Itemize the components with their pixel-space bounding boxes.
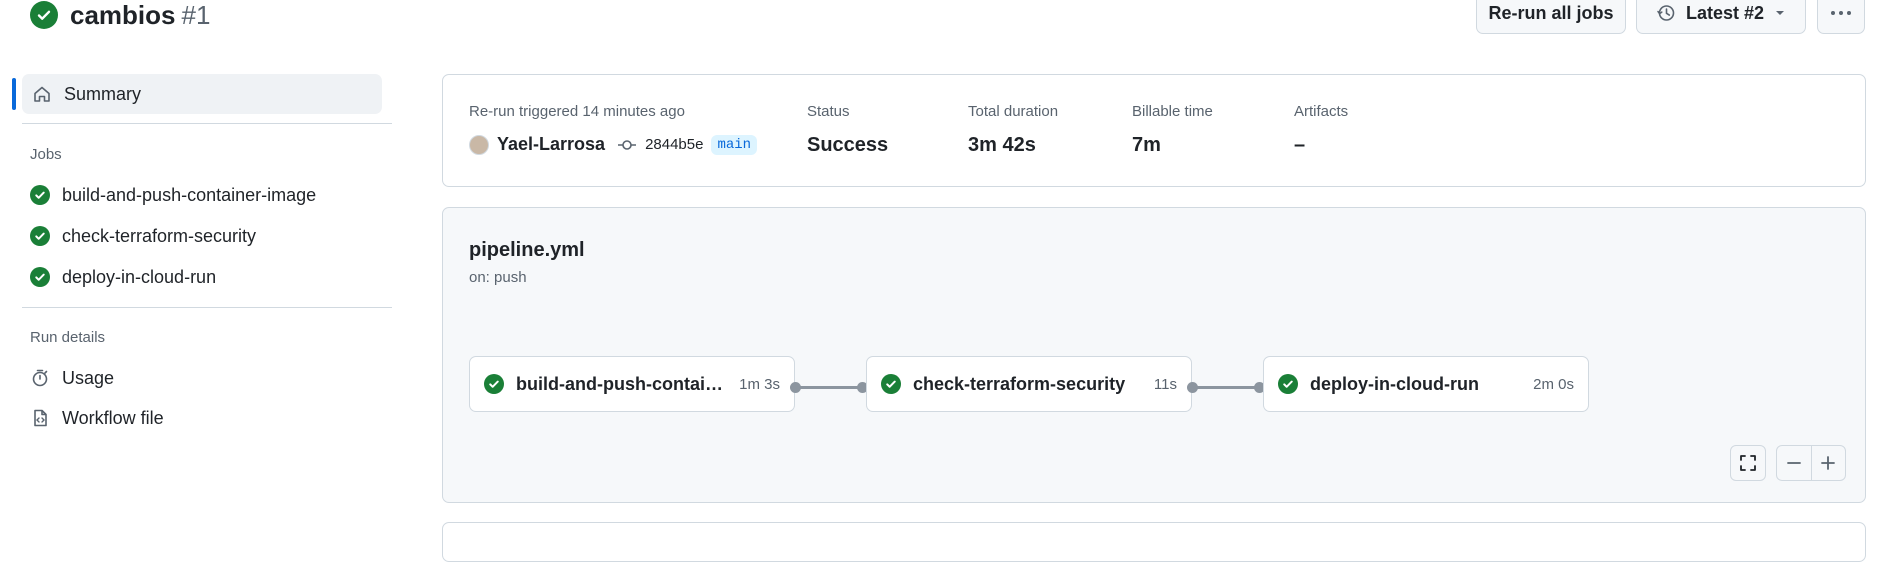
duration-value: 3m 42s [968,134,1036,156]
fullscreen-button[interactable] [1730,445,1766,481]
commit-link[interactable]: 2844b5e [645,136,703,153]
trigger-label: Re-run triggered 14 minutes ago [469,103,685,120]
job-name: check-terraform-security [913,373,1126,394]
run-summary-box: Re-run triggered 14 minutes ago Yael-Lar… [442,74,1866,187]
sidebar-item-summary[interactable]: Summary [22,74,382,114]
more-options-button[interactable] [1817,0,1865,34]
job-connector-line [1196,386,1256,389]
job-duration: 2m 0s [1533,375,1574,393]
workflow-trigger: on: push [469,269,527,286]
sidebar-job-label: check-terraform-security [62,225,257,246]
caret-down-icon [1774,7,1786,19]
minus-icon [1786,455,1802,471]
success-check-icon [881,374,901,394]
trigger-details: Yael-Larrosa 2844b5e main [469,134,758,155]
billable-label: Billable time [1132,103,1213,120]
success-check-icon [30,226,50,246]
user-link[interactable]: Yael-Larrosa [497,134,605,155]
run-number: #1 [181,0,211,30]
kebab-horizontal-icon [1830,9,1852,17]
run-details-heading: Run details [30,329,106,346]
active-item-indicator [12,78,16,110]
commit-icon [617,138,637,152]
sidebar-usage-label: Usage [62,367,115,388]
sidebar-job-terraform[interactable]: check-terraform-security [30,221,256,251]
run-title: cambios #1 [30,0,210,30]
sidebar-item-workflow-file[interactable]: Workflow file [30,403,164,433]
workflow-name: cambios [70,0,176,30]
job-duration: 11s [1153,375,1177,393]
latest-attempt-dropdown[interactable]: Latest #2 [1636,0,1806,34]
job-duration: 1m 3s [739,375,780,393]
workflow-graph: pipeline.yml on: push build-and-push-con… [442,207,1866,503]
status-value: Success [807,134,889,156]
branch-badge[interactable]: main [711,134,758,155]
success-check-icon [30,1,58,29]
sidebar-job-label: deploy-in-cloud-run [62,266,217,287]
billable-value: 7m [1132,134,1161,156]
sidebar-summary-label: Summary [64,83,142,104]
latest-attempt-label: Latest #2 [1685,2,1765,23]
fullscreen-icon [1739,454,1757,472]
status-label: Status [807,103,850,120]
artifacts-label: Artifacts [1294,103,1349,120]
avatar [469,134,489,155]
zoom-in-button[interactable] [1812,446,1846,480]
job-connector-line [799,386,859,389]
success-check-icon [30,185,50,205]
artifacts-value: – [1294,134,1306,156]
job-name: build-and-push-container... [516,373,728,394]
zoom-out-button[interactable] [1777,446,1812,480]
sidebar-divider [22,307,392,308]
jobs-heading: Jobs [30,146,62,163]
home-icon [32,84,52,104]
next-section-box [442,522,1866,562]
rerun-all-jobs-label: Re-run all jobs [1488,2,1614,23]
sidebar-item-usage[interactable]: Usage [30,363,114,393]
sidebar-workflow-file-label: Workflow file [62,407,164,428]
job-card-terraform[interactable]: check-terraform-security 11s [866,356,1192,412]
rerun-all-jobs-button[interactable]: Re-run all jobs [1476,0,1626,34]
duration-label: Total duration [968,103,1059,120]
sidebar-job-label: build-and-push-container-image [62,184,317,205]
success-check-icon [1278,374,1298,394]
stopwatch-icon [30,368,50,388]
job-card-build[interactable]: build-and-push-container... 1m 3s [469,356,795,412]
workflow-file-name: pipeline.yml [469,239,585,261]
file-icon [30,408,50,428]
sidebar-divider [22,123,392,124]
job-card-deploy[interactable]: deploy-in-cloud-run 2m 0s [1263,356,1589,412]
sidebar-job-deploy[interactable]: deploy-in-cloud-run [30,262,216,292]
history-icon [1656,3,1676,23]
success-check-icon [30,267,50,287]
zoom-controls [1776,445,1846,481]
success-check-icon [484,374,504,394]
plus-icon [1820,455,1836,471]
sidebar-job-build[interactable]: build-and-push-container-image [30,180,316,210]
job-name: deploy-in-cloud-run [1310,373,1479,394]
